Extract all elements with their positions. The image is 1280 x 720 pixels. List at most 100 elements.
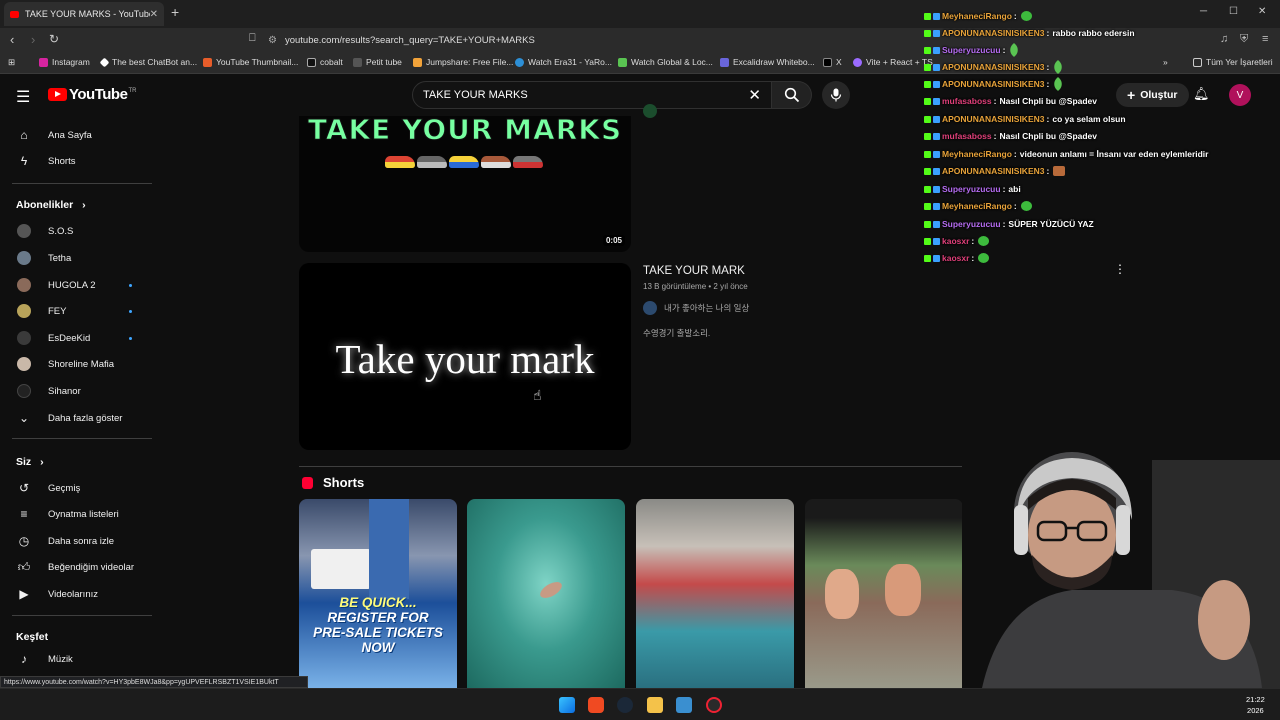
back-icon[interactable]: ‹	[10, 32, 14, 47]
chat-username[interactable]: APONUNANASINISIKEN3	[942, 114, 1045, 124]
chat-username[interactable]: Superyuzucuu	[942, 184, 1001, 194]
x-icon	[823, 57, 832, 67]
subscriptions-heading[interactable]: Abonelikler ›	[16, 199, 86, 211]
chat-message: APONUNANASINISIKEN3 : co ya selam olsun	[924, 111, 1126, 127]
reload-icon[interactable]: ↻	[49, 32, 59, 46]
obs-icon[interactable]	[706, 697, 722, 713]
home-icon: ⌂	[20, 128, 28, 142]
bookmark-excalidraw[interactable]: Excalidraw Whitebo...	[720, 57, 815, 67]
subscriber-badge-icon	[933, 220, 940, 228]
chat-username[interactable]: APONUNANASINISIKEN3	[942, 79, 1045, 89]
shorts-logo-icon	[302, 476, 313, 489]
voice-search-button[interactable]	[822, 81, 850, 109]
search-input[interactable]	[423, 89, 741, 101]
video-channel[interactable]: 내가 좋아하는 나의 일상	[643, 301, 749, 315]
subscriber-badge-icon	[933, 46, 940, 54]
hamburger-menu-icon[interactable]: ☰	[16, 87, 30, 107]
short-promo-text: BE QUICK... REGISTER FOR PRE-SALE TICKET…	[313, 595, 443, 655]
chevron-right-icon: ›	[82, 199, 86, 211]
url-field[interactable]: ⚙ youtube.com/results?search_query=TAKE+…	[268, 31, 918, 49]
short-thumbnail[interactable]	[636, 499, 794, 688]
chat-emote-icon	[1053, 166, 1066, 176]
subscriber-badge-icon	[933, 63, 940, 71]
sidebar-item-your-videos[interactable]: ▶ Videolarınız	[0, 581, 152, 607]
more-options-icon[interactable]: ⋮	[1114, 262, 1126, 276]
sidebar-item-channel[interactable]: Sihanor	[0, 378, 152, 404]
subscriber-badge-icon	[933, 150, 940, 158]
youtube-logo[interactable]: YouTube TR	[48, 86, 136, 103]
vite-icon	[853, 57, 862, 67]
chat-separator: :	[993, 131, 997, 141]
chat-username[interactable]: MeyhaneciRango	[942, 149, 1012, 159]
bookmark-era31[interactable]: Watch Era31 - YaRo...	[515, 57, 612, 67]
video-thumbnail[interactable]: Take your mark	[299, 263, 631, 450]
subscriber-badge-icon	[933, 29, 940, 37]
bookmark-cobalt[interactable]: cobalt	[307, 57, 343, 67]
sidebar-item-shorts[interactable]: ϟ Shorts	[0, 148, 152, 174]
sidebar-item-channel[interactable]: Tetha	[0, 245, 152, 271]
chat-username[interactable]: APONUNANASINISIKEN3	[942, 62, 1045, 72]
chat-text: videonun anlamı = İnsanı var eden eyleml…	[1019, 149, 1209, 159]
windows-start-icon[interactable]	[559, 697, 575, 713]
chat-username[interactable]: APONUNANASINISIKEN3	[942, 28, 1045, 38]
chat-username[interactable]: Superyuzucuu	[942, 45, 1001, 55]
short-thumbnail[interactable]	[467, 499, 625, 688]
site-info-icon[interactable]: ⚙	[268, 35, 277, 46]
bookmark-instagram[interactable]: Instagram	[39, 57, 90, 67]
bookmark-chatbot[interactable]: The best ChatBot an...	[99, 57, 197, 67]
video-description: 수영경기 출발소리.	[643, 328, 711, 338]
sidebar-item-channel[interactable]: S.O.S	[0, 218, 152, 244]
store-icon[interactable]	[676, 697, 692, 713]
browser-tab[interactable]: TAKE YOUR MARKS - YouTube ✕	[4, 2, 164, 26]
you-heading[interactable]: Siz ›	[16, 456, 44, 468]
chat-username[interactable]: mufasaboss	[942, 96, 992, 106]
chat-username[interactable]: kaosxr	[942, 253, 969, 263]
forward-icon[interactable]: ›	[31, 32, 35, 47]
chat-username[interactable]: kaosxr	[942, 236, 969, 246]
chat-username[interactable]: Superyuzucuu	[942, 219, 1001, 229]
sidebar-item-home[interactable]: ⌂ Ana Sayfa	[0, 122, 152, 148]
bookmark-petit-tube[interactable]: Petit tube	[353, 57, 402, 67]
sidebar-item-history[interactable]: ↺ Geçmiş	[0, 475, 152, 501]
apps-grid-icon[interactable]: ⊞	[8, 57, 15, 68]
steam-icon[interactable]	[617, 697, 633, 713]
sidebar-item-channel[interactable]: HUGOLA 2	[0, 272, 152, 298]
chat-badge-icon	[924, 12, 931, 20]
duration-badge: 0:05	[602, 235, 625, 246]
sidebar-item-playlists[interactable]: ≡ Oynatma listeleri	[0, 501, 152, 527]
bookmark-jumpshare[interactable]: Jumpshare: Free File...	[413, 57, 513, 67]
bookmark-page-icon[interactable]: ⎕	[249, 32, 256, 45]
channel-avatar[interactable]	[643, 104, 657, 118]
bookmark-x[interactable]: X	[823, 57, 842, 67]
chat-badge-icon	[924, 237, 931, 245]
system-clock[interactable]: 21:22 2026	[1246, 694, 1265, 716]
new-tab-icon[interactable]: +	[171, 4, 179, 20]
chat-username[interactable]: APONUNANASINISIKEN3	[942, 166, 1045, 176]
chat-badge-icon	[924, 185, 931, 193]
bookmark-global[interactable]: Watch Global & Loc...	[618, 57, 713, 67]
show-more-button[interactable]: ⌄ Daha fazla göster	[0, 405, 152, 431]
sidebar-item-channel[interactable]: Shoreline Mafia	[0, 351, 152, 377]
chat-badge-icon	[924, 115, 931, 123]
video-thumbnail[interactable]: TAKE YOUR MARKS 0:05	[299, 116, 631, 252]
short-thumbnail[interactable]: BE QUICK... REGISTER FOR PRE-SALE TICKET…	[299, 499, 457, 688]
brave-browser-icon[interactable]	[588, 697, 604, 713]
chat-username[interactable]: MeyhaneciRango	[942, 201, 1012, 211]
sidebar-item-watch-later[interactable]: ◷ Daha sonra izle	[0, 528, 152, 554]
clear-search-icon[interactable]: ✕	[748, 86, 761, 104]
sidebar-item-channel[interactable]: FEY	[0, 298, 152, 324]
search-box[interactable]: ✕	[412, 81, 772, 109]
search-button[interactable]	[772, 81, 812, 109]
sidebar-item-liked[interactable]: 👍︎ Beğendiğim videolar	[0, 554, 152, 580]
short-thumbnail[interactable]	[805, 499, 963, 688]
chat-separator: :	[1046, 166, 1050, 176]
chat-username[interactable]: MeyhaneciRango	[942, 11, 1012, 21]
video-title[interactable]: TAKE YOUR MARK	[643, 265, 745, 277]
bookmark-vite[interactable]: Vite + React + TS	[853, 57, 933, 67]
bookmark-yt-thumbnail[interactable]: YouTube Thumbnail...	[203, 57, 298, 67]
sidebar-item-channel[interactable]: EsDeeKid	[0, 325, 152, 351]
sidebar-item-music[interactable]: ♪ Müzik	[0, 646, 152, 672]
close-tab-icon[interactable]: ✕	[150, 9, 158, 20]
chat-username[interactable]: mufasaboss	[942, 131, 992, 141]
file-explorer-icon[interactable]	[647, 697, 663, 713]
